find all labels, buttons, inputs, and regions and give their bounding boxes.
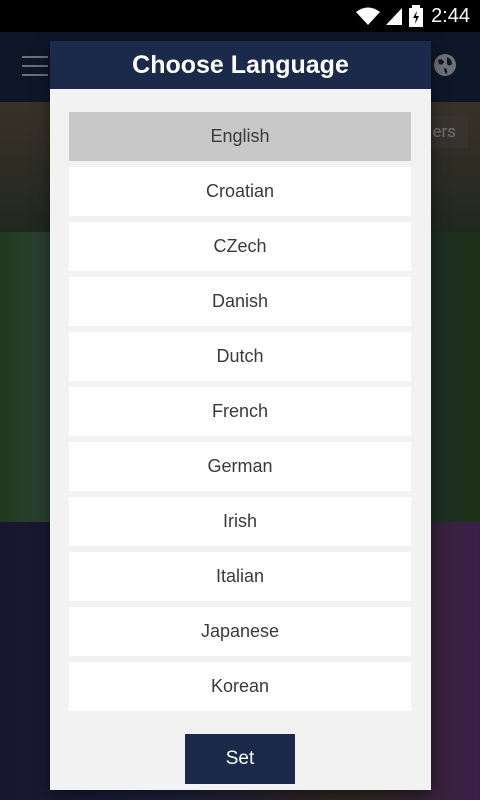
language-option-italian[interactable]: Italian bbox=[69, 552, 411, 601]
signal-icon bbox=[385, 6, 403, 26]
dialog-title: Choose Language bbox=[132, 50, 349, 79]
battery-icon bbox=[409, 5, 424, 27]
language-option-irish[interactable]: Irish bbox=[69, 497, 411, 546]
language-option-dutch[interactable]: Dutch bbox=[69, 332, 411, 381]
set-button[interactable]: Set bbox=[185, 734, 295, 784]
language-option-croatian[interactable]: Croatian bbox=[69, 167, 411, 216]
wifi-icon bbox=[355, 6, 381, 26]
language-option-korean[interactable]: Korean bbox=[69, 662, 411, 711]
status-bar: 2:44 bbox=[0, 0, 480, 32]
language-option-german[interactable]: German bbox=[69, 442, 411, 491]
dialog-header: Choose Language bbox=[50, 41, 431, 89]
language-list: English Croatian CZech Danish Dutch French Ger… bbox=[69, 112, 411, 717]
language-option-czech[interactable]: CZech bbox=[69, 222, 411, 271]
language-option-japanese[interactable]: Japanese bbox=[69, 607, 411, 656]
language-option-english[interactable]: English bbox=[69, 112, 411, 161]
language-option-danish[interactable]: Danish bbox=[69, 277, 411, 326]
language-option-french[interactable]: French bbox=[69, 387, 411, 436]
status-time: 2:44 bbox=[431, 4, 470, 27]
language-dialog: Choose Language English Croatian CZech Dani… bbox=[50, 41, 431, 790]
